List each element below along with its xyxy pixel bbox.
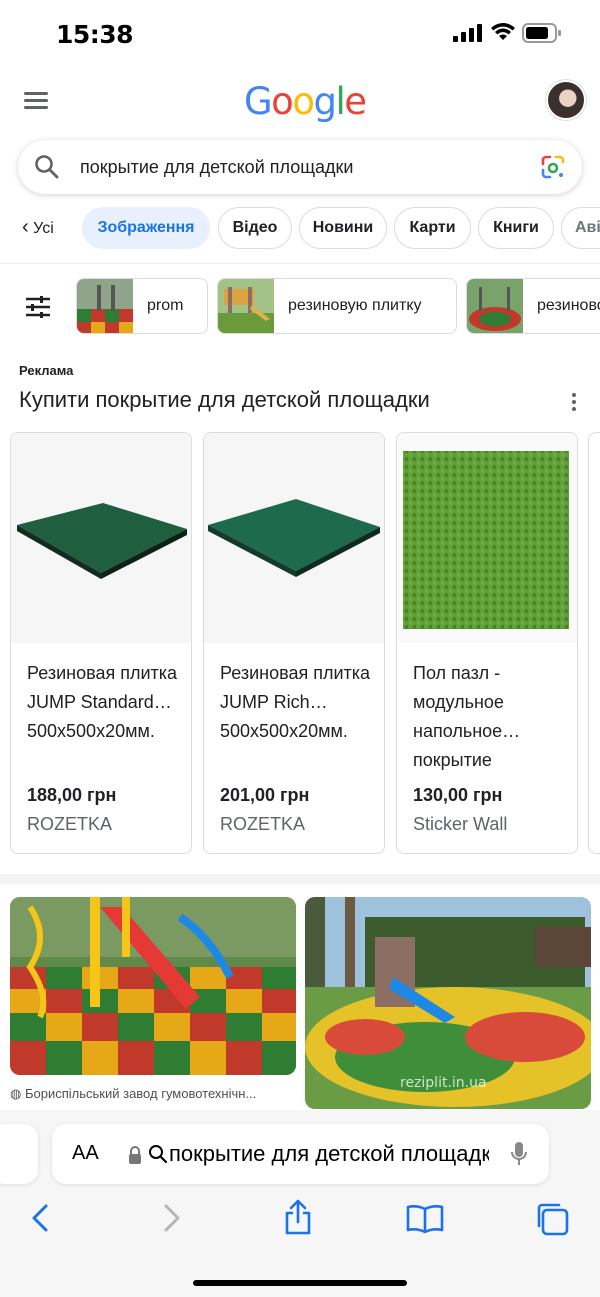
tab-maps[interactable]: Карти	[394, 207, 471, 249]
product-name: Резиновая плитка JUMP Rich… 500x500x20мм…	[220, 663, 371, 741]
address-bar[interactable]: AA покрытие для детской площадки	[52, 1124, 549, 1184]
wifi-icon	[491, 23, 515, 40]
battery-icon	[522, 23, 561, 43]
address-url[interactable]: покрытие для детской площадки	[169, 1141, 489, 1167]
product-price: 130,00 грн	[413, 785, 503, 805]
result-source[interactable]: ◍ Бориспільський завод гумовотехнічн...	[10, 1086, 256, 1102]
image-result[interactable]	[10, 897, 296, 1075]
image-watermark: reziplit.in.ua	[400, 1075, 487, 1091]
product-card[interactable]: Резиновая плитка JUMP Standard… 500x500x…	[10, 432, 192, 854]
search-tabs: ‹ Усі Зображення Відео Новини Карти Книг…	[0, 207, 600, 251]
google-logo[interactable]: Google	[244, 80, 367, 123]
chip-thumbnail	[77, 279, 133, 333]
chip-thumbnail	[467, 279, 523, 333]
chip-label: prom	[147, 297, 184, 314]
chip-label: резиновое	[537, 297, 600, 314]
product-card[interactable]: Пол пазл - модульное напольное… покрытие…	[396, 432, 578, 854]
tab-video[interactable]: Відео	[218, 207, 292, 249]
tabs-divider	[0, 263, 600, 264]
globe-icon: ◍	[10, 1086, 22, 1101]
chip-prom[interactable]: prom	[76, 278, 208, 334]
product-image	[204, 433, 384, 643]
filter-sliders-icon[interactable]	[26, 296, 50, 318]
product-image	[11, 433, 191, 643]
text-size-button[interactable]: AA	[72, 1142, 99, 1165]
hamburger-menu-icon[interactable]	[24, 92, 48, 110]
home-indicator[interactable]	[193, 1280, 407, 1286]
image-result[interactable]: reziplit.in.ua	[305, 897, 591, 1109]
product-image	[397, 433, 577, 643]
product-card[interactable]: Резиновая плитка JUMP Rich… 500x500x20мм…	[203, 432, 385, 854]
tab-books[interactable]: Книги	[478, 207, 554, 249]
google-lens-icon[interactable]	[540, 154, 566, 180]
tab-all[interactable]: ‹ Усі	[22, 207, 82, 249]
search-query[interactable]: покрытие для детской площадки	[80, 157, 353, 178]
chevron-left-icon: ‹	[22, 216, 29, 238]
product-name: Резиновая плитка JUMP Standard… 500x500x…	[27, 663, 178, 741]
product-name: Пол пазл - модульное напольное… покрытие	[413, 663, 521, 770]
back-arrow-icon[interactable]	[30, 1202, 50, 1234]
bookmarks-icon[interactable]	[406, 1204, 444, 1234]
share-icon[interactable]	[283, 1198, 313, 1236]
ad-label: Реклама	[19, 363, 74, 378]
product-price: 188,00 грн	[27, 785, 117, 805]
microphone-icon[interactable]	[510, 1141, 528, 1167]
account-avatar[interactable]	[546, 80, 586, 120]
product-store: ROZETKA	[220, 814, 306, 834]
tabs-icon[interactable]	[535, 1202, 569, 1236]
status-time: 15:38	[56, 20, 134, 49]
lock-icon	[129, 1146, 141, 1164]
product-card-peek[interactable]	[588, 432, 600, 854]
cellular-signal-icon	[453, 24, 482, 42]
chip-thumbnail	[218, 279, 274, 333]
product-store: Sticker Wall	[413, 814, 508, 834]
status-bar: 15:38	[0, 0, 600, 66]
section-separator	[0, 874, 600, 884]
tab-flights[interactable]: Авіа	[561, 207, 600, 249]
search-icon	[35, 155, 59, 179]
chip-label: резиновую плитку	[288, 297, 422, 314]
ads-heading: Купити покрытие для детской площадки	[19, 387, 430, 412]
chip-rubber-tiles[interactable]: резиновую плитку	[217, 278, 457, 334]
more-options-icon[interactable]	[572, 393, 576, 414]
tab-images[interactable]: Зображення	[82, 207, 210, 249]
product-price: 201,00 грн	[220, 785, 310, 805]
search-box[interactable]: покрытие для детской площадки	[18, 140, 582, 194]
tab-news[interactable]: Новини	[299, 207, 387, 249]
previous-tab-preview[interactable]	[0, 1124, 38, 1184]
forward-arrow-icon[interactable]	[162, 1202, 182, 1234]
chip-rubber-coating[interactable]: резиновое	[466, 278, 600, 334]
search-icon	[149, 1145, 168, 1164]
product-store: ROZETKA	[27, 814, 113, 834]
